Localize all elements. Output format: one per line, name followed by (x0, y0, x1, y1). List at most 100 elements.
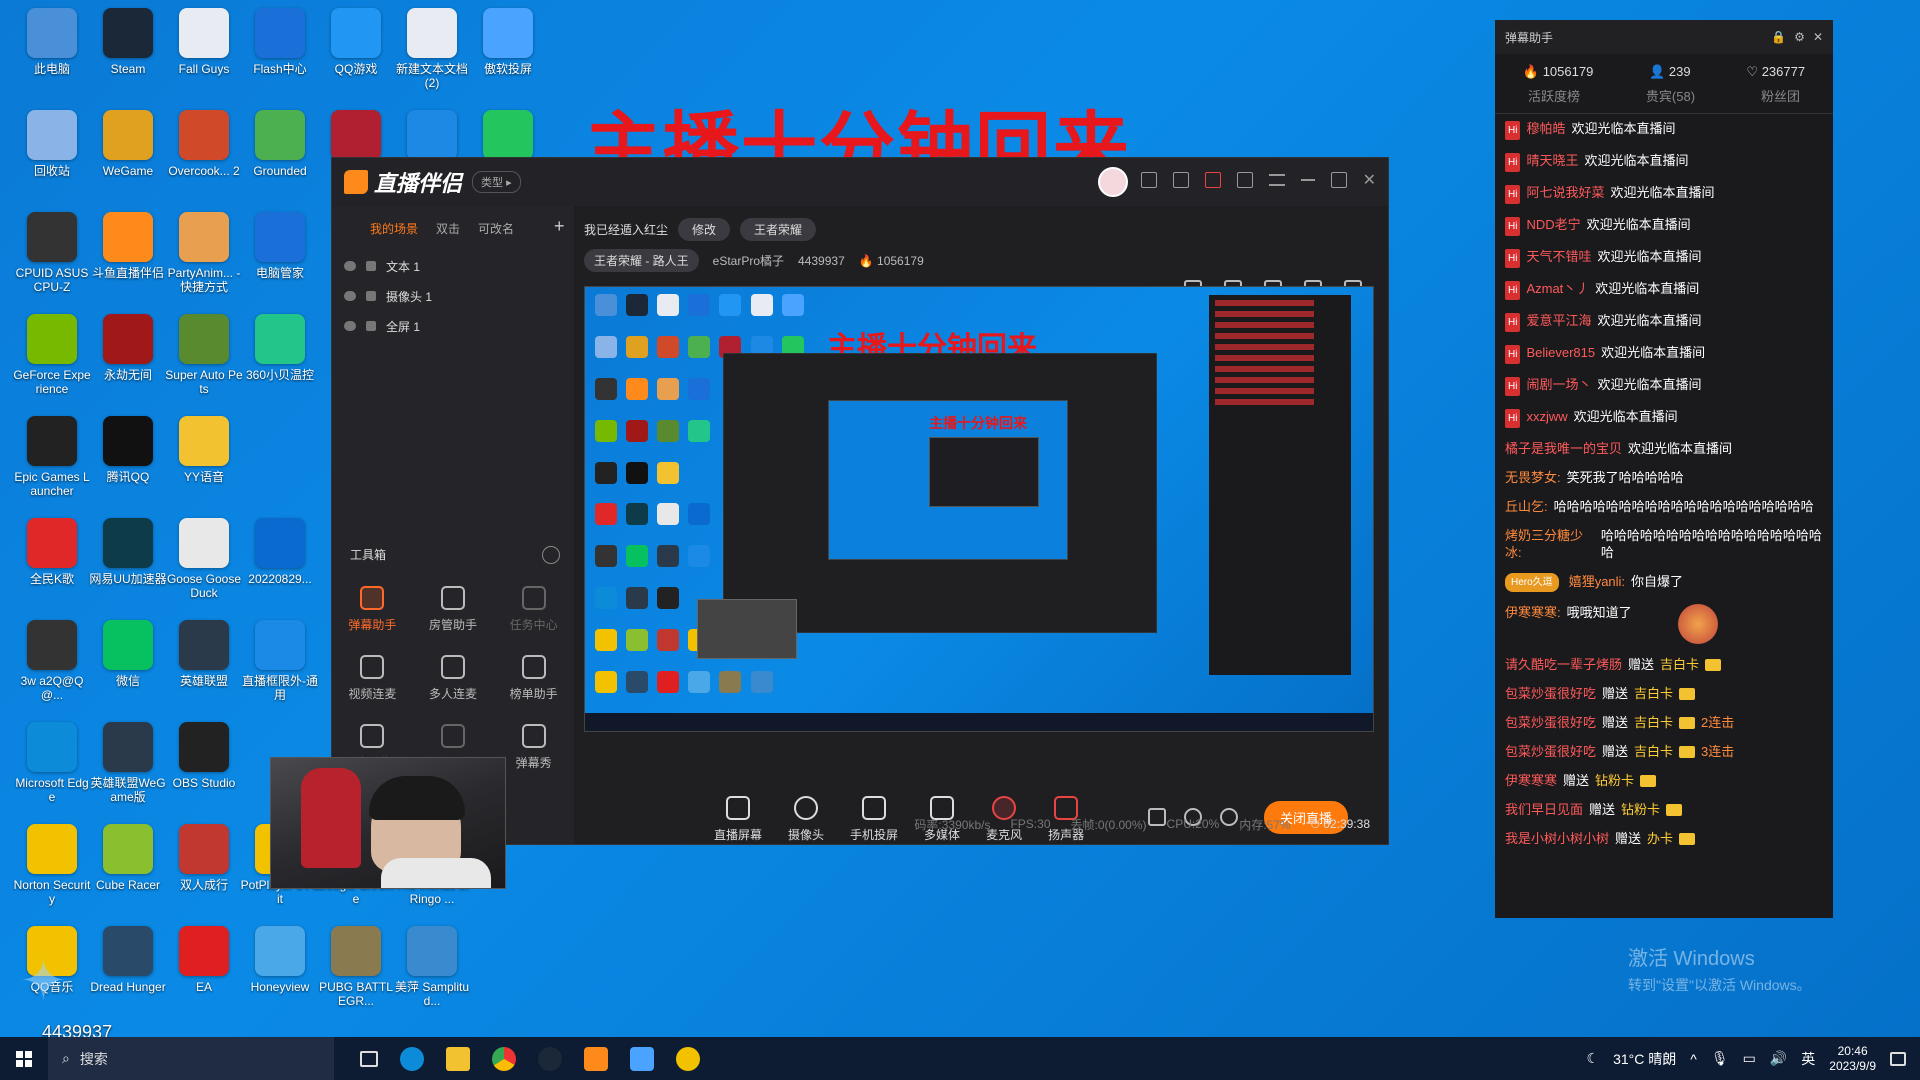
tab-vip[interactable]: 贵宾(58) (1646, 86, 1695, 105)
desktop-icon[interactable]: 直播框限外-通用 (242, 620, 318, 716)
tool-room-manager[interactable]: 房管助手 (413, 586, 494, 633)
desktop-icon[interactable]: 微信 (90, 620, 166, 716)
app-s-icon[interactable] (630, 1046, 654, 1071)
visibility-icon[interactable] (344, 261, 356, 271)
chat-username[interactable]: 包菜炒蛋很好吃 (1505, 685, 1596, 702)
edit-title-button[interactable]: 修改 (678, 218, 731, 241)
network-icon[interactable]: ▭ (1743, 1050, 1756, 1067)
more-icon[interactable] (542, 546, 560, 564)
steam-icon[interactable] (538, 1046, 562, 1071)
desktop-icon[interactable]: 美萍 Samplitud... (394, 926, 470, 1022)
edge-icon[interactable] (400, 1046, 424, 1071)
desktop-icon[interactable]: 网易UU加速器 (89, 518, 167, 614)
desktop-icon[interactable]: 双人成行 (166, 824, 242, 920)
desktop-icon[interactable]: Honeyview (242, 926, 318, 1022)
file-explorer-icon[interactable] (446, 1046, 470, 1071)
user-avatar[interactable] (1098, 167, 1128, 197)
chat-username[interactable]: 我们早日见面 (1505, 801, 1583, 818)
category-chip[interactable]: 王者荣耀 - 路人王 (584, 249, 699, 272)
weather-text[interactable]: 31°C 晴朗 (1613, 1049, 1676, 1069)
chat-username[interactable]: 包菜炒蛋很好吃 (1505, 714, 1596, 731)
desktop-icon[interactable]: 英雄联盟 (166, 620, 242, 716)
chat-username[interactable]: 烤奶三分糖少冰: (1505, 527, 1595, 561)
tray-chevron-icon[interactable]: ^ (1690, 1051, 1697, 1067)
gear-icon[interactable]: ⚙ (1794, 30, 1805, 44)
desktop-icon[interactable]: Flash中心 (242, 8, 318, 104)
minimize-icon[interactable] (1300, 179, 1315, 181)
desktop-icon[interactable]: Norton Security (14, 824, 90, 920)
desktop-icon[interactable]: 傲软投屏 (470, 8, 546, 104)
clock[interactable]: 20:46 2023/9/9 (1829, 1044, 1876, 1074)
chat-username[interactable]: 天气不错哇 (1526, 248, 1591, 265)
tab-rename[interactable]: 可改名 (478, 220, 514, 237)
microphone-tray-icon[interactable]: 🎙 (1711, 1050, 1729, 1067)
shirt-icon[interactable] (1236, 172, 1253, 188)
desktop-icon[interactable]: WeGame (90, 110, 166, 206)
lock-icon[interactable] (366, 321, 376, 331)
desktop-icon[interactable]: Steam (90, 8, 166, 104)
desktop-icon[interactable]: PUBG BATTLEGR... (318, 926, 394, 1022)
lock-icon[interactable]: 🔒 (1771, 30, 1786, 44)
desktop-icon[interactable]: Goose Goose Duck (166, 518, 242, 614)
chat-username[interactable]: 无畏梦女: (1505, 469, 1561, 486)
lock-icon[interactable] (366, 261, 376, 271)
desktop-icon[interactable]: QQ游戏 (318, 8, 394, 104)
chat-username[interactable]: 嬉狸yanli: (1569, 573, 1625, 590)
desktop-icon[interactable]: GeForce Experience (13, 314, 91, 410)
chat-username[interactable]: 伊寒寒寒 (1505, 772, 1557, 789)
record-icon[interactable] (1204, 172, 1221, 188)
desktop-icon[interactable]: 回收站 (14, 110, 90, 206)
desktop-icon[interactable]: PartyAnim... - 快捷方式 (166, 212, 242, 308)
tool-danmaku-assistant[interactable]: 弹幕助手 (332, 586, 413, 633)
visibility-icon[interactable] (344, 291, 356, 301)
desktop-icon[interactable]: Fall Guys (166, 8, 242, 104)
mail-icon[interactable] (1140, 172, 1157, 188)
chat-username[interactable]: 闹剧一场丶 (1526, 376, 1591, 393)
visibility-icon[interactable] (344, 321, 356, 331)
chat-username[interactable]: 晴天晓王 (1526, 152, 1578, 169)
ime-indicator[interactable]: 英 (1801, 1049, 1815, 1069)
desktop-icon[interactable]: 全民K歌 (14, 518, 90, 614)
chat-username[interactable]: 伊寒寒寒: (1505, 604, 1561, 621)
game-select[interactable]: 王者荣耀 (740, 218, 817, 241)
menu-icon[interactable] (1268, 174, 1285, 186)
lock-icon[interactable] (366, 291, 376, 301)
desktop-icon[interactable]: 新建文本文档 (2) (394, 8, 470, 104)
chat-username[interactable]: 爱意平江海 (1526, 312, 1591, 329)
close-icon[interactable]: ✕ (1363, 170, 1376, 190)
chat-username[interactable]: 包菜炒蛋很好吃 (1505, 743, 1596, 760)
desktop-icon[interactable]: Epic Games Launcher (14, 416, 90, 512)
chat-username[interactable]: 丘山乞: (1505, 498, 1548, 515)
tab-activity-rank[interactable]: 活跃度榜 (1528, 86, 1580, 105)
tab-double-click[interactable]: 双击 (436, 220, 460, 237)
tool-rank-assistant[interactable]: 榜单助手 (493, 655, 574, 702)
desktop-icon[interactable]: Overcook... 2 (166, 110, 242, 206)
stream-companion-icon[interactable] (584, 1046, 608, 1071)
tab-my-scenes[interactable]: 我的场景 (370, 220, 418, 237)
music-app-icon[interactable] (676, 1046, 700, 1071)
type-pill[interactable]: 类型 ▸ (472, 171, 521, 193)
chrome-icon[interactable] (492, 1046, 516, 1071)
volume-icon[interactable]: 🔊 (1770, 1050, 1787, 1067)
start-button[interactable] (0, 1037, 48, 1080)
desktop-icon[interactable]: CPUID ASUS CPU-Z (14, 212, 90, 308)
desktop-icon[interactable]: 此电脑 (14, 8, 90, 104)
chat-username[interactable]: 我是小树小树小树 (1505, 830, 1609, 847)
desktop-icon[interactable]: EA (166, 926, 242, 1022)
desktop-icon[interactable]: Microsoft Edge (14, 722, 90, 818)
cast-icon[interactable] (1172, 172, 1189, 188)
tool-multi-link[interactable]: 多人连麦 (413, 655, 494, 702)
desktop-icon[interactable]: 3w a2Q@Q@... (14, 620, 90, 716)
chat-username[interactable]: 橘子是我唯一的宝贝 (1505, 440, 1622, 457)
chat-username[interactable]: Azmat丶丿 (1526, 280, 1589, 297)
desktop-icon[interactable]: 英雄联盟WeGame版 (90, 722, 166, 818)
tool-task-center[interactable]: 任务中心 (493, 586, 574, 633)
taskbar-search[interactable]: ⌕ 搜索 (48, 1037, 334, 1080)
desktop-icon[interactable]: Super Auto Pets (165, 314, 243, 410)
desktop-icon[interactable]: YY语音 (166, 416, 242, 512)
chat-username[interactable]: 阿七说我好菜 (1526, 184, 1604, 201)
chat-username[interactable]: Believer815 (1526, 344, 1595, 361)
desktop-icon[interactable]: 360小贝温控 (242, 314, 318, 410)
desktop-icon[interactable]: 电脑管家 (242, 212, 318, 308)
add-scene-icon[interactable]: + (554, 217, 565, 237)
